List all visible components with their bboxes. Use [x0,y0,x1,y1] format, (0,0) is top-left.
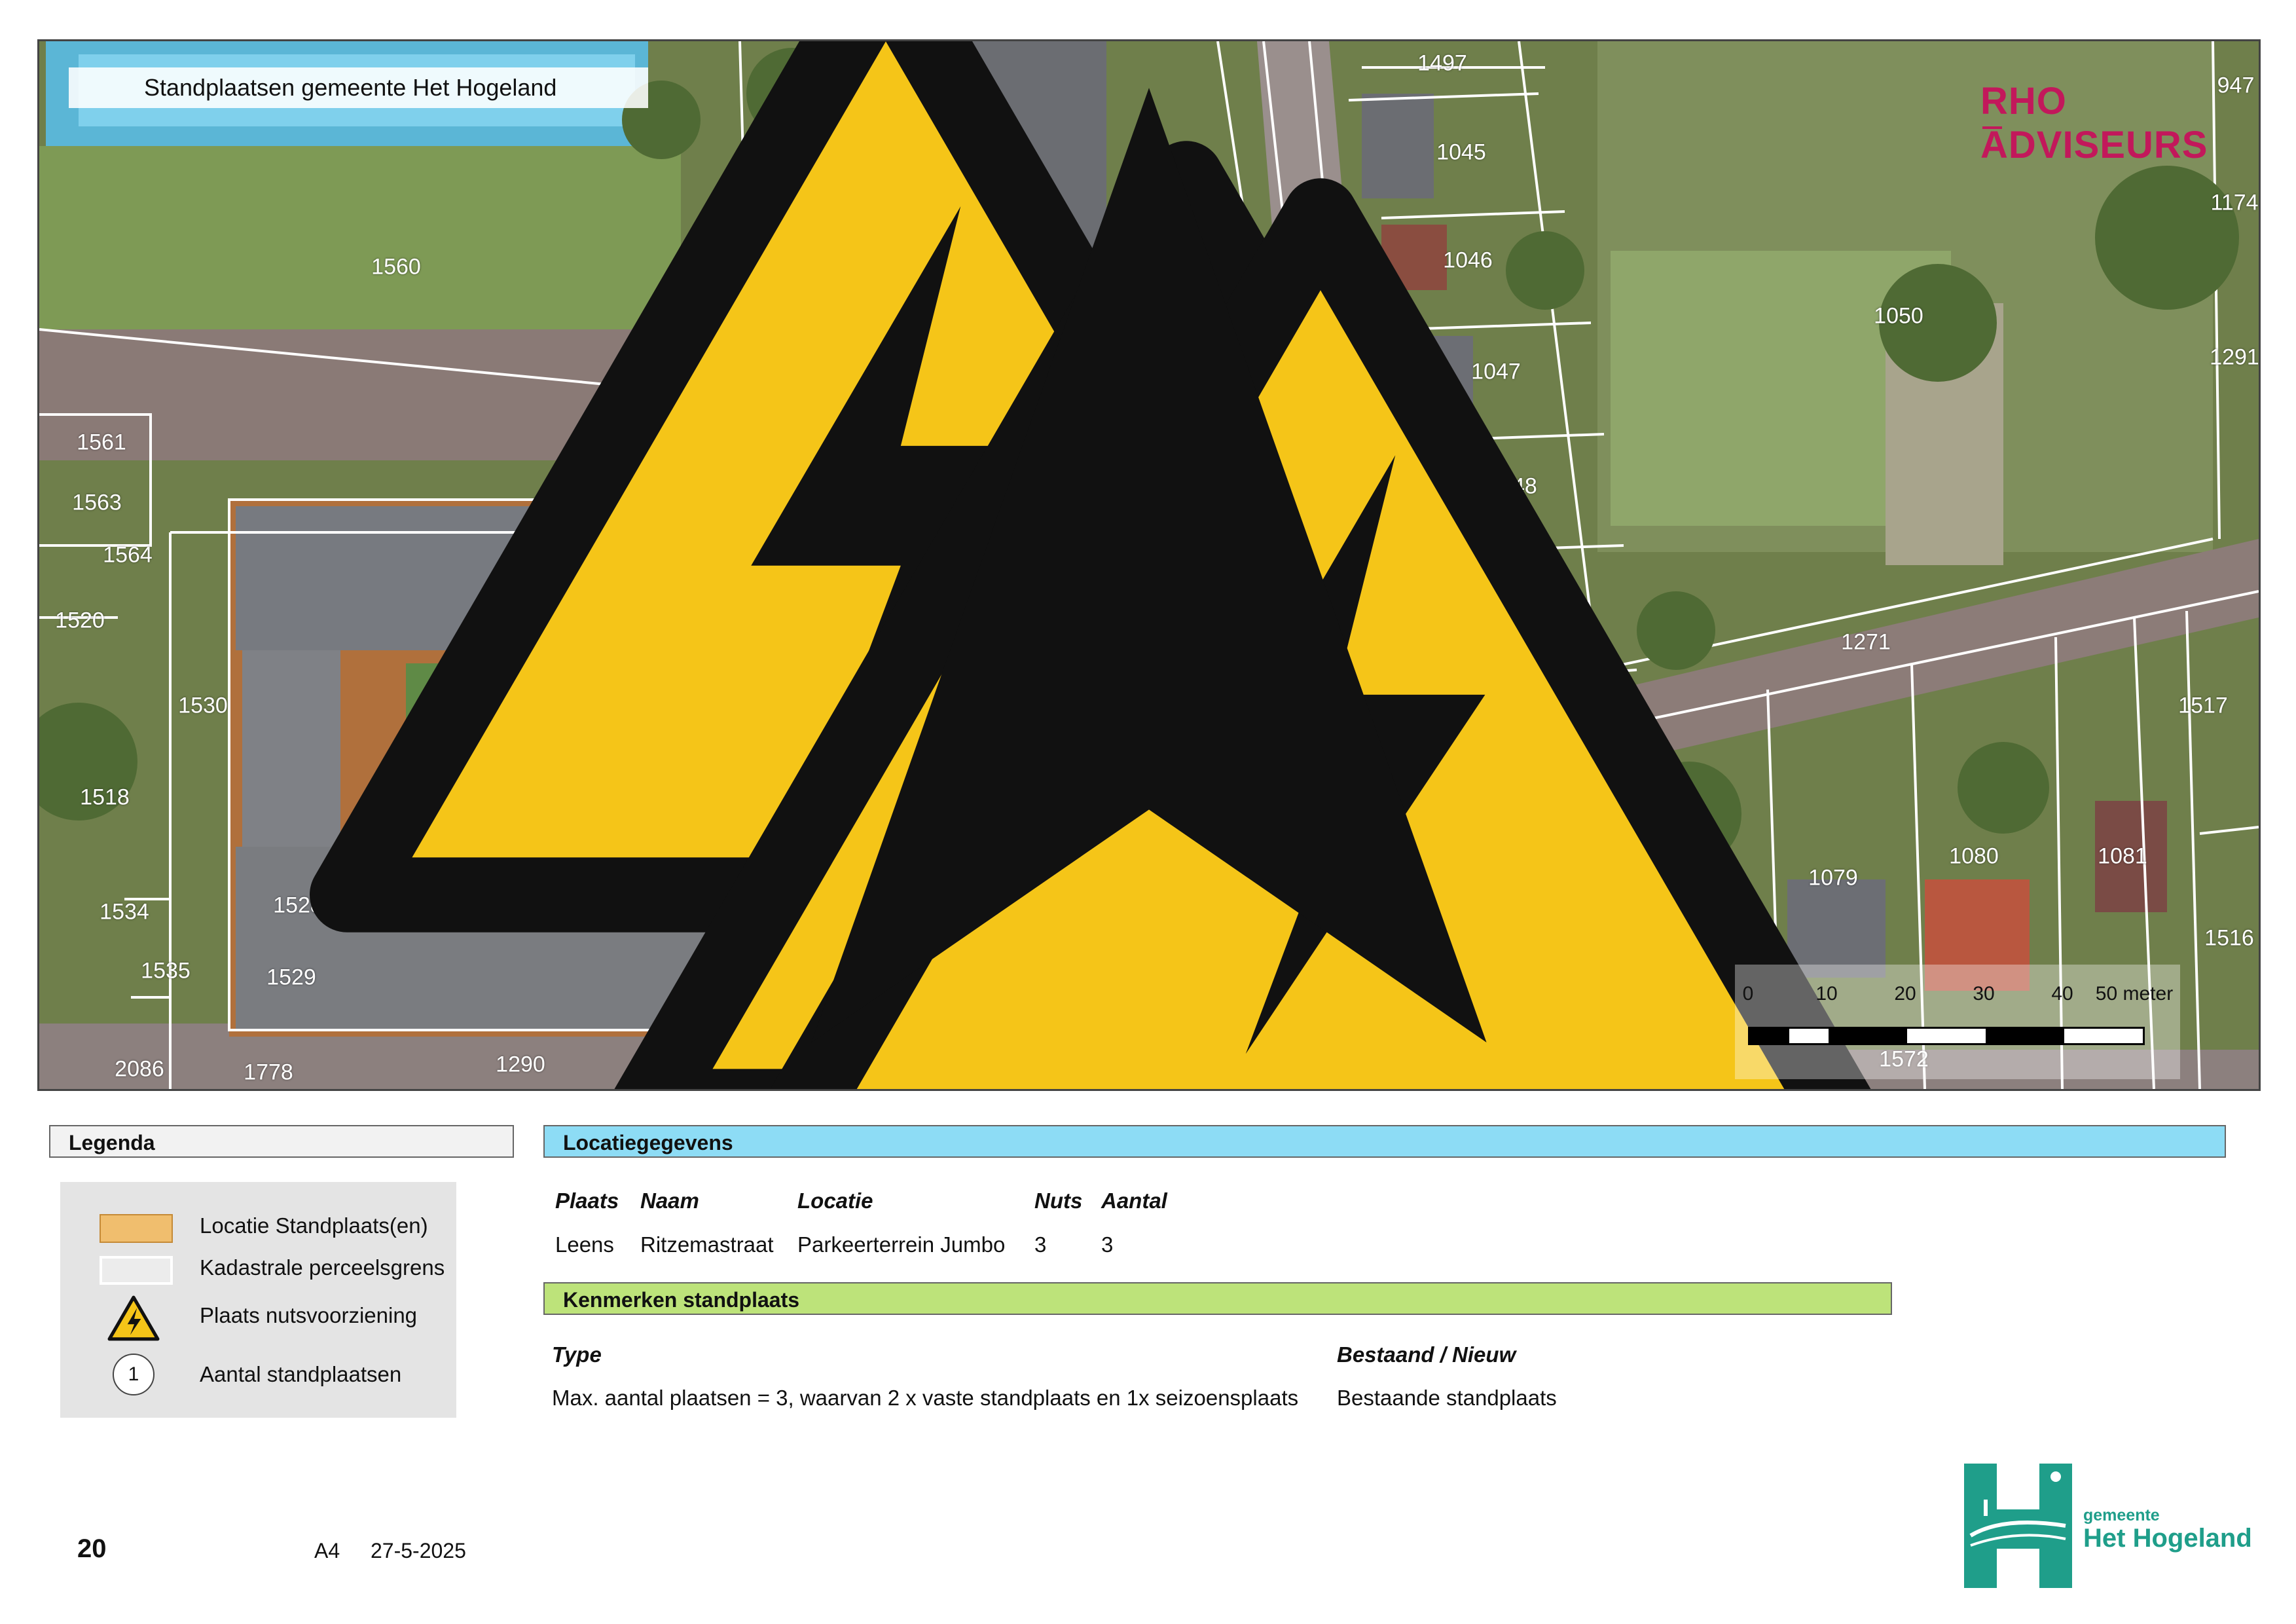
cell-locatie: Parkeerterrein Jumbo [797,1232,1006,1257]
col-header-plaats: Plaats [555,1189,619,1213]
cell-nuts: 3 [1034,1232,1047,1257]
legend-item-cadastral: Kadastrale perceelsgrens [60,1247,456,1289]
het-hogeland-logo-icon [1964,1464,2072,1588]
legend-panel: Locatie Standplaats(en) Kadastrale perce… [60,1182,456,1418]
legend-item-label: Locatie Standplaats(en) [200,1213,428,1238]
cell-naam: Ritzemastraat [640,1232,774,1257]
electric-hazard-icon [107,1295,160,1341]
logo-title: Het Hogeland [2083,1524,2252,1553]
count-symbol: 1 [113,1354,155,1395]
north-arrow-icon [811,88,1487,1043]
aerial-map[interactable]: Standplaatsen gemeente Het Hogeland RHO … [37,39,2261,1091]
col-header-aantal: Aantal [1101,1189,1167,1213]
legend-item-location: Locatie Standplaats(en) [60,1205,456,1247]
legend-header: Legenda [49,1125,514,1158]
document-date: 27-5-2025 [371,1539,466,1562]
paper-format: A4 [314,1539,340,1562]
logo-subtitle: gemeente [2083,1506,2160,1524]
col-header-nuts: Nuts [1034,1189,1083,1213]
col-header-bestaand-nieuw: Bestaand / Nieuw [1337,1342,1516,1367]
col-header-locatie: Locatie [797,1189,873,1213]
legend-item-label: Kadastrale perceelsgrens [200,1255,445,1280]
cell-bestaand-nieuw: Bestaande standplaats [1337,1386,1557,1410]
features-header: Kenmerken standplaats [543,1282,1892,1315]
cell-type: Max. aantal plaatsen = 3, waarvan 2 x va… [552,1386,1299,1410]
col-header-type: Type [552,1342,602,1367]
cadastral-swatch [100,1256,173,1285]
legend-item-label: Aantal standplaatsen [200,1362,402,1386]
page-number: 20 [77,1534,107,1563]
cell-aantal: 3 [1101,1232,1114,1257]
location-swatch [100,1214,173,1243]
col-header-naam: Naam [640,1189,699,1213]
cell-plaats: Leens [555,1232,614,1257]
legend-item-label: Plaats nutsvoorziening [200,1303,418,1327]
legend-item-utility: Plaats nutsvoorziening [60,1295,456,1341]
legend-item-count: 1 Aantal standplaatsen [60,1354,456,1395]
location-header: Locatiegegevens [543,1125,2226,1158]
